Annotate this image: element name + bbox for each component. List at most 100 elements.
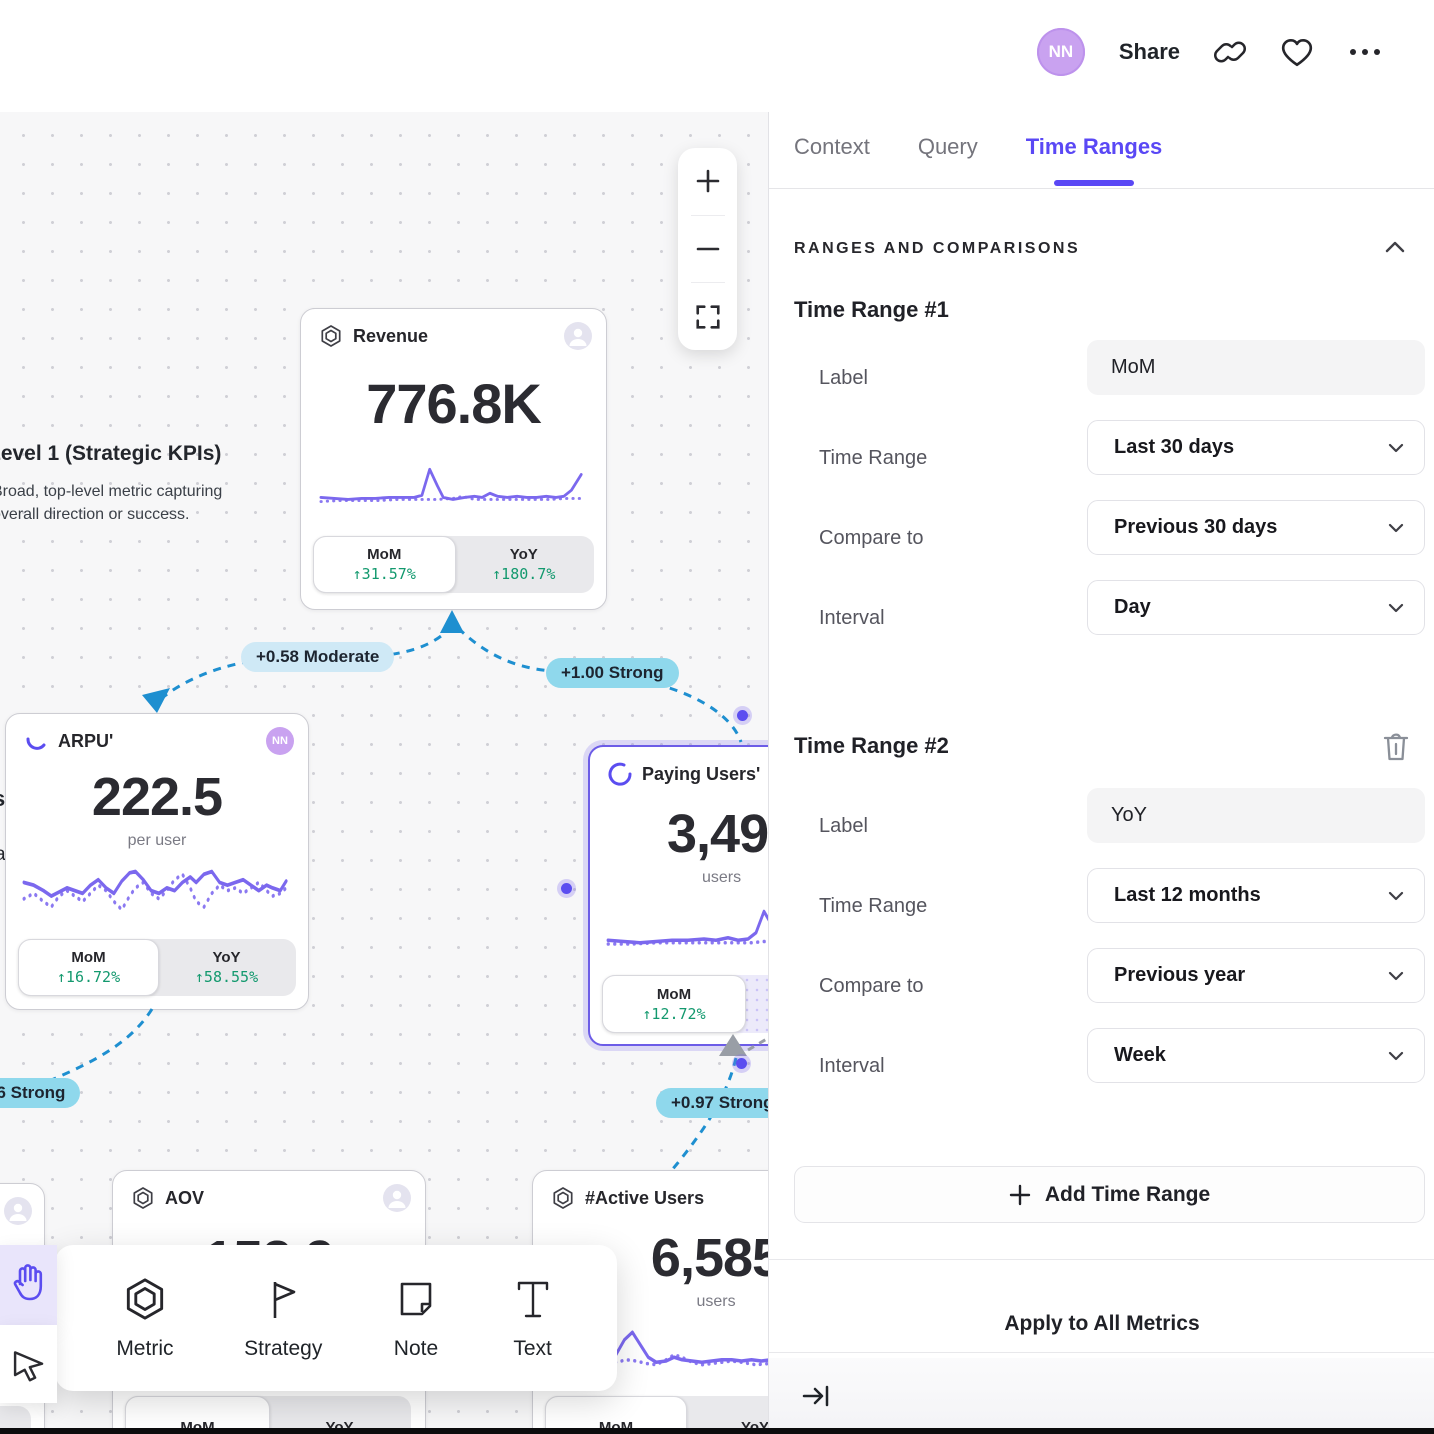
- compare-to-field-label: Compare to: [819, 527, 924, 550]
- card-title: Revenue: [353, 326, 428, 347]
- arrowhead-down: [142, 688, 170, 713]
- divider: [769, 1352, 1434, 1353]
- correlation-badge[interactable]: +0.97 Strong: [656, 1088, 768, 1118]
- collapse-panel-icon[interactable]: [801, 1382, 831, 1415]
- text-icon: [510, 1276, 556, 1327]
- yoy-pill[interactable]: YoY ↑180.7%: [454, 536, 595, 593]
- active-tab-underline: [1054, 180, 1134, 186]
- zoom-in-button[interactable]: [678, 148, 737, 215]
- time-range-select[interactable]: Last 30 days: [1087, 420, 1425, 475]
- select-value: Last 12 months: [1114, 884, 1261, 907]
- tool-label: Note: [394, 1337, 438, 1361]
- card-title: Paying Users': [642, 764, 760, 785]
- interval-select[interactable]: Day: [1087, 580, 1425, 635]
- pill-change: ↑12.72%: [642, 1005, 705, 1023]
- pill-change: ↑31.57%: [353, 565, 416, 583]
- mom-pill[interactable]: MoM ↑31.57%: [313, 536, 456, 593]
- correlation-badge[interactable]: +0.58 Moderate: [241, 642, 394, 672]
- pill-label: MoM: [71, 949, 105, 966]
- divider: [769, 188, 1434, 189]
- sparkline-chart: [604, 899, 768, 954]
- chevron-down-icon: [1388, 516, 1404, 539]
- metric-value: 222.5: [6, 766, 308, 828]
- sparkline-chart: [317, 461, 589, 513]
- tool-strategy[interactable]: Strategy: [244, 1276, 322, 1361]
- tab-query[interactable]: Query: [918, 134, 978, 186]
- metric-hexagon-icon: [122, 1276, 168, 1327]
- fit-to-screen-button[interactable]: [678, 283, 737, 350]
- select-value: Previous 30 days: [1114, 516, 1277, 539]
- select-value: Day: [1114, 596, 1151, 619]
- interval-field-label: Interval: [819, 607, 885, 630]
- card-title: AOV: [165, 1188, 204, 1209]
- compare-to-select[interactable]: Previous 30 days: [1087, 500, 1425, 555]
- metric-card-paying-users[interactable]: Paying Users' 3,49 users MoM ↑12.72%: [588, 745, 768, 1046]
- add-time-range-label: Add Time Range: [1045, 1183, 1210, 1207]
- plus-icon: [1009, 1184, 1031, 1206]
- tool-metric[interactable]: Metric: [116, 1276, 173, 1361]
- add-time-range-button[interactable]: Add Time Range: [794, 1166, 1425, 1223]
- interval-select[interactable]: Week: [1087, 1028, 1425, 1083]
- chevron-down-icon: [1388, 964, 1404, 987]
- metric-tree-canvas[interactable]: Level 1 (Strategic KPIs) Broad, top-leve…: [0, 112, 768, 1434]
- metric-unit: users: [593, 1293, 768, 1311]
- pill-label: MoM: [367, 546, 401, 563]
- collapse-chevron-up-icon[interactable]: [1385, 240, 1405, 258]
- delete-time-range-trash-icon[interactable]: [1381, 730, 1411, 762]
- metric-unit: per user: [6, 832, 308, 850]
- time-range-select[interactable]: Last 12 months: [1087, 868, 1425, 923]
- metric-card-revenue[interactable]: Revenue 776.8K MoM ↑31.57% YoY ↑180.7%: [300, 308, 607, 610]
- compare-to-select[interactable]: Previous year: [1087, 948, 1425, 1003]
- top-header: NN Share: [0, 0, 1434, 112]
- share-button[interactable]: Share: [1119, 39, 1180, 65]
- apply-all-metrics-button[interactable]: Apply to All Metrics: [769, 1312, 1434, 1336]
- tool-label: Metric: [116, 1337, 173, 1361]
- loading-spinner-icon: [608, 762, 632, 786]
- metric-card-arpu[interactable]: ARPU' NN 222.5 per user MoM ↑16.72% YoY …: [5, 713, 309, 1010]
- correlation-badge[interactable]: +1.00 Strong: [546, 658, 679, 688]
- time-range-2-title: Time Range #2: [794, 733, 949, 759]
- tool-text[interactable]: Text: [510, 1276, 556, 1361]
- time-range-1-title: Time Range #1: [794, 297, 949, 323]
- label-input[interactable]: [1087, 340, 1425, 395]
- tab-time-ranges[interactable]: Time Ranges: [1026, 134, 1163, 186]
- copy-link-icon[interactable]: [1214, 36, 1246, 68]
- level-note-line2: overall direction or success.: [0, 506, 189, 524]
- user-avatar[interactable]: NN: [1037, 28, 1085, 76]
- metric-hexagon-icon: [551, 1186, 575, 1210]
- pill-change: ↑180.7%: [492, 565, 555, 583]
- card-title: #Active Users: [585, 1188, 704, 1209]
- more-options-icon[interactable]: [1348, 46, 1382, 58]
- label-field-label: Label: [819, 815, 868, 838]
- hand-icon: [10, 1262, 48, 1309]
- correlation-badge[interactable]: 66 Strong: [0, 1078, 80, 1108]
- comparison-pillbar: MoM ↑16.72% YoY ↑58.55%: [18, 939, 296, 996]
- app-window: Level 1 (Strategic KPIs) Broad, top-leve…: [0, 0, 1434, 1434]
- pill-change: ↑58.55%: [195, 968, 258, 986]
- inspector-panel: Context Query Time Ranges RANGES AND COM…: [768, 0, 1434, 1434]
- zoom-out-button[interactable]: [678, 216, 737, 283]
- connector-handle-dot[interactable]: [736, 1058, 747, 1069]
- panel-tabs: Context Query Time Ranges: [794, 134, 1162, 186]
- tool-label: Text: [513, 1337, 552, 1361]
- comparison-pillbar: MoM ↑31.57% YoY ↑180.7%: [313, 536, 594, 593]
- mom-pill[interactable]: MoM ↑12.72%: [602, 975, 746, 1033]
- tab-context[interactable]: Context: [794, 134, 870, 186]
- tool-pan-hand[interactable]: [0, 1245, 57, 1325]
- favorite-heart-icon[interactable]: [1280, 36, 1314, 68]
- yoy-pill[interactable]: YoY ↑58.55%: [157, 939, 296, 996]
- connector-handle-dot[interactable]: [737, 710, 748, 721]
- mom-pill[interactable]: MoM ↑16.72%: [18, 939, 159, 996]
- select-value: Last 30 days: [1114, 436, 1234, 459]
- tool-select-cursor[interactable]: [0, 1325, 57, 1403]
- connector-handle-dot[interactable]: [561, 883, 572, 894]
- chevron-down-icon: [1388, 436, 1404, 459]
- pill-label: YoY: [510, 546, 538, 563]
- pill-label: YoY: [212, 949, 240, 966]
- owner-avatar-nn: NN: [266, 727, 294, 755]
- chevron-down-icon: [1388, 1044, 1404, 1067]
- tab-label: Time Ranges: [1026, 134, 1163, 159]
- label-input[interactable]: [1087, 788, 1425, 843]
- tool-note[interactable]: Note: [393, 1276, 439, 1361]
- select-value: Week: [1114, 1044, 1166, 1067]
